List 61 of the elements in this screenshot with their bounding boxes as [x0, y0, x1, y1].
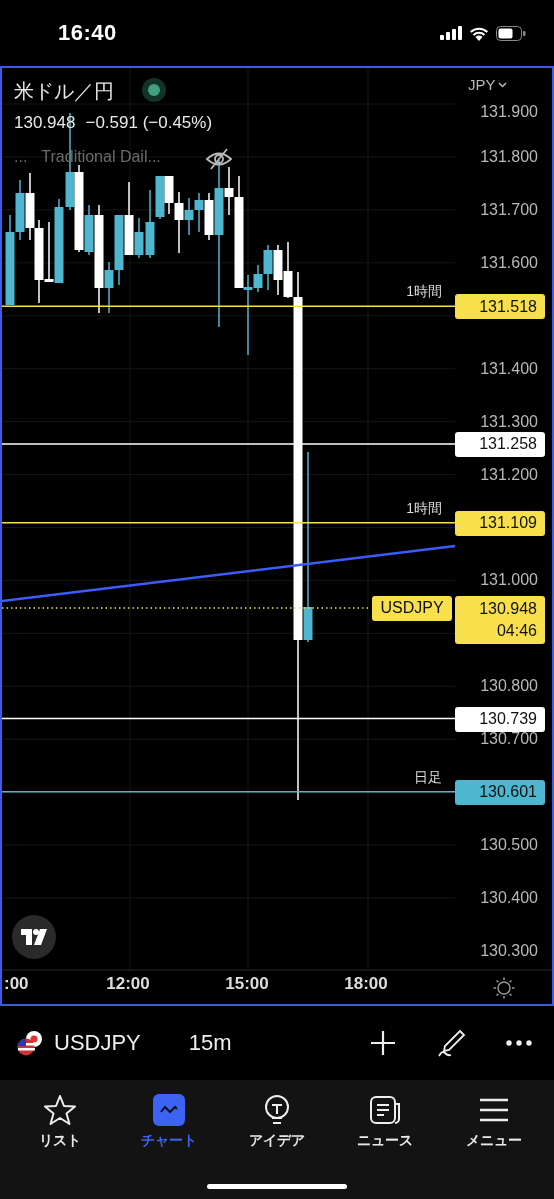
symbol-tag: USDJPY — [372, 595, 452, 621]
settings-icon[interactable] — [492, 976, 516, 1000]
wifi-icon — [469, 25, 489, 41]
tab-item[interactable]: ニュース — [331, 1088, 440, 1199]
trend-line[interactable] — [2, 544, 456, 603]
logo-icon[interactable] — [12, 915, 56, 959]
symbol-title[interactable]: 米ドル／円 — [14, 78, 114, 105]
candle — [44, 221, 54, 283]
price-axis-label: 131.000 — [480, 571, 538, 590]
plus-icon[interactable] — [370, 1030, 396, 1056]
candle — [114, 214, 124, 286]
battery-icon — [496, 25, 526, 41]
price-axis-label: 130.700 — [480, 730, 538, 749]
star-icon — [44, 1094, 77, 1126]
clock-time: 16:40 — [58, 20, 117, 46]
symbol-name[interactable]: USDJPY — [54, 1030, 141, 1056]
price-change: −0.591 (−0.45%) — [85, 113, 213, 133]
price-axis-label: 131.600 — [480, 253, 538, 272]
price-level-line[interactable] — [2, 790, 456, 793]
eye-slash-icon[interactable] — [204, 148, 233, 170]
price-level-tag: 130.739 — [455, 706, 545, 732]
tab-item[interactable]: アイデア — [222, 1088, 332, 1199]
price-level-tag: 130.601 — [455, 779, 545, 805]
price-axis-label: 131.400 — [480, 359, 538, 378]
price-axis-label: 130.400 — [480, 889, 538, 907]
tab-item[interactable]: チャート — [114, 1088, 223, 1199]
level-label: 日足 — [414, 768, 442, 787]
price-axis-label: 131.800 — [480, 148, 538, 166]
tab-item[interactable]: メニュー — [439, 1088, 549, 1199]
chart-icon — [152, 1094, 185, 1126]
time-axis-label: 18:00 — [344, 974, 388, 994]
tab-item[interactable]: リスト — [6, 1088, 115, 1199]
candle — [25, 172, 35, 241]
price-level-tag: 131.258 — [455, 431, 545, 457]
price-axis-label: 130.800 — [480, 677, 538, 696]
price-axis-label: 131.700 — [480, 200, 538, 219]
newspaper-icon — [369, 1094, 402, 1126]
flag-icon[interactable] — [16, 1029, 44, 1057]
time-axis-label: 12:00 — [106, 974, 150, 994]
more-icon[interactable] — [506, 1040, 532, 1046]
currency-label[interactable]: JPY — [468, 76, 496, 93]
price-axis-label: 131.300 — [480, 412, 538, 431]
price-axis-label: 130.300 — [480, 941, 538, 960]
price-axis-label: 131.900 — [480, 103, 538, 122]
pen-icon[interactable] — [436, 1028, 466, 1058]
price-axis-label: 131.200 — [480, 465, 538, 484]
level-label: 1時間 — [406, 283, 442, 302]
current-price-tag: 130.948 04:46 — [455, 595, 545, 644]
chart-panel[interactable] — [0, 66, 554, 1006]
signal-icon — [440, 26, 462, 40]
price-level-tag: 131.109 — [455, 510, 545, 536]
chevron-down-icon[interactable] — [497, 81, 507, 88]
more-indicators[interactable]: ... — [14, 148, 28, 170]
candle — [194, 192, 204, 233]
time-axis-label: 15:00 — [225, 974, 269, 994]
interval-label[interactable]: 15m — [188, 1030, 232, 1056]
candle — [273, 244, 283, 296]
price-level-tag: 131.518 — [455, 294, 545, 320]
level-label: 1時間 — [406, 499, 442, 518]
price-axis-label: 130.500 — [480, 836, 538, 855]
time-axis-label: :00 — [4, 974, 29, 994]
